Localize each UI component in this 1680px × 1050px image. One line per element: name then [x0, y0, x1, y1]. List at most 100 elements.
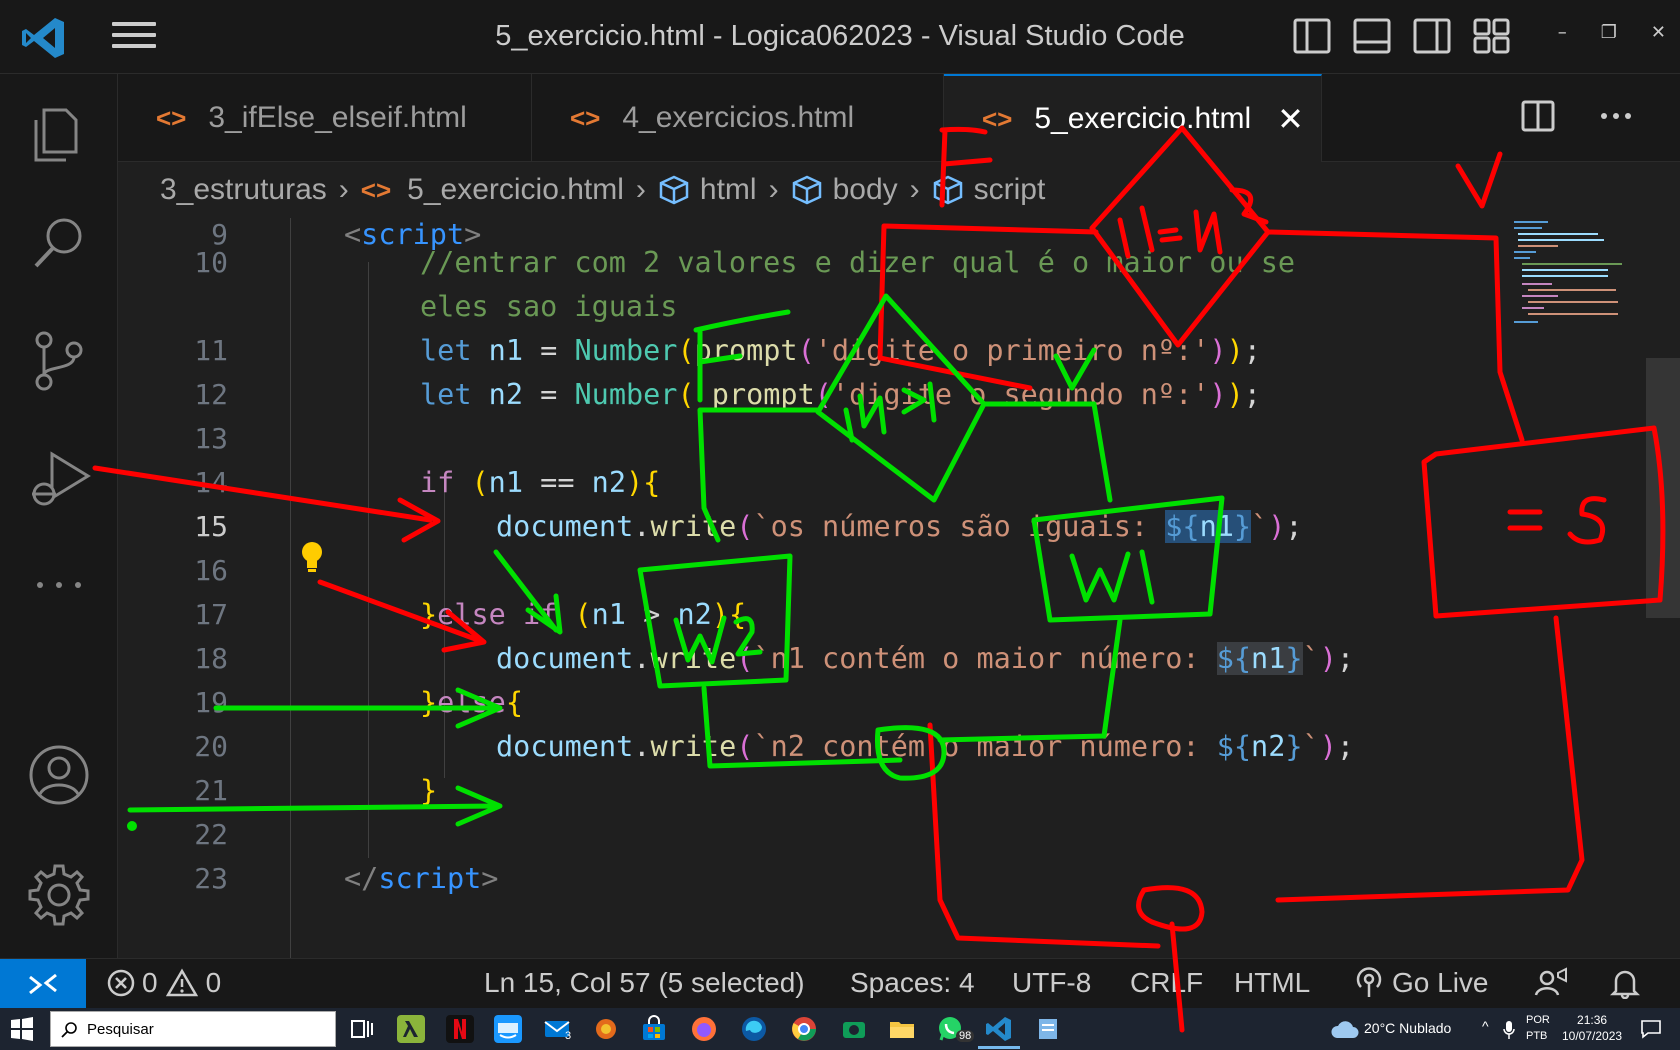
close-tab-icon[interactable]: ✕: [1277, 100, 1304, 138]
encoding-setting[interactable]: UTF-8: [1012, 967, 1091, 999]
input-language[interactable]: POR PTB: [1526, 1012, 1550, 1044]
accounts-feedback-icon[interactable]: [1534, 967, 1568, 999]
clock-date: 10/07/2023: [1562, 1029, 1623, 1043]
code-line-12: let n2 = Number( prompt('digite o segund…: [420, 378, 1261, 411]
tab-label: 4_exercicios.html: [622, 101, 855, 134]
remote-icon: [29, 973, 57, 995]
status-bar: 0 0 Ln 15, Col 57 (5 selected) Spaces: 4…: [0, 958, 1680, 1009]
chrome-icon[interactable]: [790, 1015, 818, 1043]
breadcrumb-folder[interactable]: 3_estruturas: [160, 173, 327, 207]
tab-4-exercicios[interactable]: <> 4_exercicios.html: [532, 74, 944, 162]
game-app-icon[interactable]: [592, 1015, 620, 1043]
minimap[interactable]: [1508, 218, 1628, 328]
breadcrumb-separator: ›: [909, 173, 920, 206]
notifications-center-icon[interactable]: [1640, 1019, 1662, 1039]
editor-tab-bar: <> 3_ifElse_elseif.html <> 4_exercicios.…: [118, 74, 1680, 162]
prime-video-icon[interactable]: [494, 1015, 522, 1043]
breadcrumb-body[interactable]: body: [791, 173, 898, 207]
settings-gear-icon[interactable]: [26, 862, 92, 928]
code-line-23: </script>: [344, 862, 499, 895]
line-number-gutter: 9 10 11 12 13 14 15 16 17 18 19 20 21 22…: [118, 218, 228, 958]
code-line-11: let n1 = Number(prompt('digite o primeir…: [420, 334, 1261, 367]
tab-5-exercicio[interactable]: <> 5_exercicio.html ✕: [944, 74, 1322, 162]
accounts-icon[interactable]: [26, 742, 92, 808]
breadcrumb-file-label: 5_exercicio.html: [407, 173, 624, 206]
active-app-indicator: [978, 1046, 1020, 1049]
tab-label: 5_exercicio.html: [1034, 102, 1252, 135]
notepad-icon[interactable]: [1034, 1015, 1062, 1043]
breadcrumb-html[interactable]: html: [658, 173, 757, 207]
tab-3-ifelse-elseif[interactable]: <> 3_ifElse_elseif.html: [118, 74, 532, 162]
html-file-icon: <>: [156, 102, 187, 133]
source-control-icon[interactable]: [26, 328, 92, 394]
cursor-position[interactable]: Ln 15, Col 57 (5 selected): [484, 967, 805, 999]
code-line-18: document.write(`n1 contém o maior número…: [496, 642, 1355, 675]
toggle-panel-icon[interactable]: [1352, 16, 1392, 56]
search-icon[interactable]: [26, 210, 92, 276]
tab-actions: [1520, 98, 1634, 134]
go-live-button[interactable]: Go Live: [1354, 967, 1489, 999]
code-line-17: }else if (n1 > n2){: [420, 598, 747, 631]
line-number: 23: [194, 862, 228, 895]
netflix-icon[interactable]: [446, 1015, 474, 1043]
line-number: 20: [194, 730, 228, 763]
customize-layout-icon[interactable]: [1472, 16, 1512, 56]
remote-indicator-button[interactable]: [0, 959, 86, 1009]
windows-start-icon[interactable]: [10, 1017, 34, 1041]
task-view-icon[interactable]: [348, 1015, 376, 1043]
camera-app-icon[interactable]: [840, 1015, 868, 1043]
lambda-app-icon[interactable]: [397, 1015, 425, 1043]
warning-count: 0: [205, 967, 222, 998]
language-mode[interactable]: HTML: [1234, 967, 1310, 999]
split-editor-icon[interactable]: [1520, 98, 1556, 134]
firefox-icon[interactable]: [690, 1015, 718, 1043]
microsoft-store-icon[interactable]: [640, 1015, 668, 1043]
taskbar-clock[interactable]: 21:36 10/07/2023: [1562, 1012, 1622, 1044]
line-number: 12: [194, 378, 228, 411]
breadcrumb: 3_estruturas › <> 5_exercicio.html › htm…: [118, 162, 1680, 218]
whatsapp-badge: 98: [956, 1030, 975, 1042]
eol-setting[interactable]: CRLF: [1130, 967, 1203, 999]
explorer-icon[interactable]: [26, 102, 92, 168]
vertical-scrollbar[interactable]: [1646, 358, 1680, 618]
line-number-current: 15: [194, 510, 228, 543]
restore-button[interactable]: ❐: [1601, 22, 1617, 43]
lightbulb-quickfix-icon[interactable]: [300, 540, 324, 574]
run-debug-icon[interactable]: [26, 446, 92, 512]
clock-time: 21:36: [1577, 1013, 1608, 1027]
problems-indicator[interactable]: 0 0: [106, 967, 221, 999]
toggle-secondary-sidebar-icon[interactable]: [1412, 16, 1452, 56]
more-views-icon[interactable]: [26, 552, 92, 618]
code-text: <script> //entrar com 2 valores e dizer …: [344, 218, 1680, 958]
taskbar-search-box[interactable]: Pesquisar: [50, 1011, 336, 1047]
indentation-setting[interactable]: Spaces: 4: [850, 967, 975, 999]
breadcrumb-script[interactable]: script: [932, 173, 1045, 207]
file-explorer-icon[interactable]: [888, 1015, 916, 1043]
weather-text[interactable]: 20°C Nublado: [1364, 1020, 1451, 1036]
minimize-button[interactable]: –: [1558, 22, 1567, 43]
line-number: 10: [194, 246, 228, 279]
tray-expand-icon[interactable]: ^: [1482, 1018, 1489, 1034]
html-file-icon: <>: [570, 102, 601, 133]
line-number: 21: [194, 774, 228, 807]
weather-cloud-icon[interactable]: [1330, 1018, 1360, 1040]
more-actions-icon[interactable]: [1598, 98, 1634, 134]
lang-bottom: PTB: [1526, 1030, 1548, 1042]
vscode-taskbar-icon[interactable]: [985, 1015, 1013, 1043]
code-editor[interactable]: 9 10 11 12 13 14 15 16 17 18 19 20 21 22…: [118, 218, 1680, 958]
notifications-bell-icon[interactable]: [1610, 967, 1640, 999]
go-live-label: Go Live: [1392, 967, 1489, 998]
windows-taskbar: Pesquisar 3 98 20°C Nublado ^ POR PTB 21…: [0, 1008, 1680, 1050]
breadcrumb-file[interactable]: <> 5_exercicio.html: [361, 173, 624, 207]
indent-guide: [290, 218, 291, 958]
close-window-button[interactable]: ✕: [1651, 22, 1666, 43]
line-number: 11: [194, 334, 228, 367]
toggle-primary-sidebar-icon[interactable]: [1292, 16, 1332, 56]
html-file-icon: <>: [982, 103, 1013, 134]
microphone-icon[interactable]: [1502, 1020, 1516, 1040]
code-line-14: if (n1 == n2){: [420, 466, 661, 499]
symbol-element-icon: [792, 175, 821, 205]
warning-icon: [165, 968, 198, 997]
symbol-element-icon: [933, 175, 962, 205]
edge-icon[interactable]: [740, 1015, 768, 1043]
